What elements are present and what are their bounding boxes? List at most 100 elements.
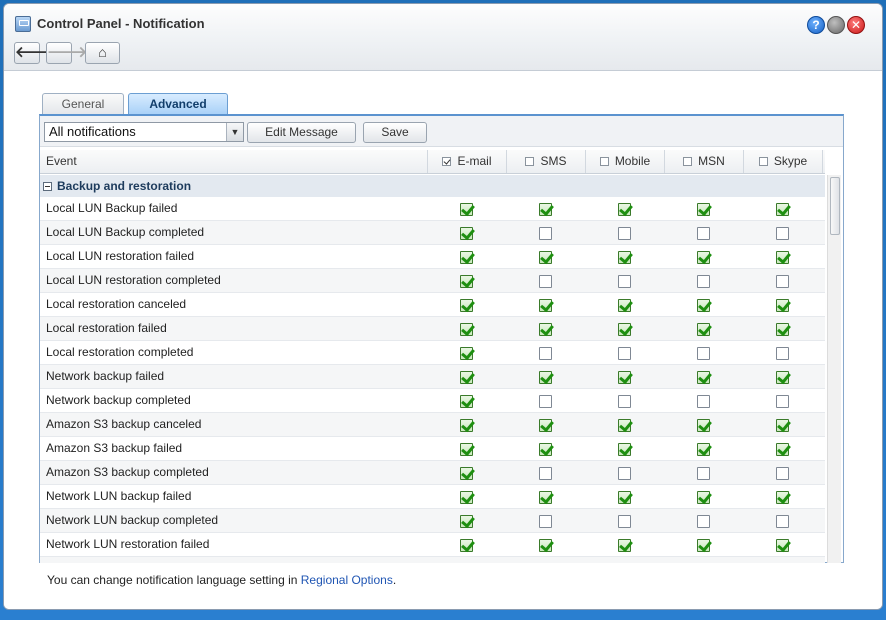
email-checkbox[interactable]: [460, 539, 473, 552]
minimize-button[interactable]: [827, 16, 845, 34]
sms-checkbox[interactable]: [539, 203, 552, 216]
column-header-email[interactable]: E-mail: [428, 150, 507, 173]
sms-checkbox[interactable]: [539, 299, 552, 312]
msn-checkbox[interactable]: [697, 395, 710, 408]
sms-checkbox[interactable]: [539, 491, 552, 504]
skype-checkbox[interactable]: [776, 299, 789, 312]
vertical-scrollbar[interactable]: [827, 175, 841, 563]
mobile-checkbox[interactable]: [618, 515, 631, 528]
column-checkbox[interactable]: [442, 157, 452, 166]
email-checkbox[interactable]: [460, 419, 473, 432]
msn-checkbox[interactable]: [697, 299, 710, 312]
regional-options-link[interactable]: Regional Options: [301, 573, 393, 587]
skype-checkbox[interactable]: [776, 395, 789, 408]
msn-checkbox[interactable]: [697, 419, 710, 432]
email-checkbox[interactable]: [460, 227, 473, 240]
sms-checkbox[interactable]: [539, 251, 552, 264]
mobile-checkbox[interactable]: [618, 323, 631, 336]
tab-advanced[interactable]: Advanced: [128, 93, 228, 115]
msn-checkbox[interactable]: [697, 275, 710, 288]
sms-checkbox[interactable]: [539, 515, 552, 528]
mobile-checkbox[interactable]: [618, 347, 631, 360]
skype-checkbox[interactable]: [776, 203, 789, 216]
group-row[interactable]: Backup and restoration: [40, 175, 825, 197]
skype-checkbox[interactable]: [776, 347, 789, 360]
column-header-skype[interactable]: Skype: [744, 150, 823, 173]
mobile-checkbox[interactable]: [618, 443, 631, 456]
back-button[interactable]: 🡐: [14, 42, 55, 64]
collapse-icon[interactable]: [43, 182, 52, 191]
column-header-msn[interactable]: MSN: [665, 150, 744, 173]
skype-checkbox[interactable]: [776, 467, 789, 480]
email-checkbox[interactable]: [460, 275, 473, 288]
column-checkbox[interactable]: [525, 157, 535, 166]
skype-checkbox[interactable]: [776, 515, 789, 528]
email-checkbox[interactable]: [460, 323, 473, 336]
msn-checkbox[interactable]: [697, 251, 710, 264]
mobile-checkbox[interactable]: [618, 251, 631, 264]
mobile-checkbox[interactable]: [618, 299, 631, 312]
skype-checkbox[interactable]: [776, 419, 789, 432]
mobile-checkbox[interactable]: [618, 539, 631, 552]
msn-checkbox[interactable]: [697, 347, 710, 360]
mobile-checkbox[interactable]: [618, 275, 631, 288]
mobile-checkbox[interactable]: [618, 395, 631, 408]
skype-checkbox[interactable]: [776, 227, 789, 240]
sms-checkbox[interactable]: [539, 371, 552, 384]
msn-checkbox[interactable]: [697, 227, 710, 240]
column-header-sms[interactable]: SMS: [507, 150, 586, 173]
home-button[interactable]: ⌂: [85, 42, 120, 64]
skype-checkbox[interactable]: [776, 539, 789, 552]
skype-checkbox[interactable]: [776, 275, 789, 288]
skype-checkbox[interactable]: [776, 371, 789, 384]
sms-checkbox[interactable]: [539, 227, 552, 240]
email-checkbox[interactable]: [460, 347, 473, 360]
skype-checkbox[interactable]: [776, 491, 789, 504]
tab-general[interactable]: General: [42, 93, 124, 115]
save-button[interactable]: Save: [363, 122, 427, 143]
sms-checkbox[interactable]: [539, 275, 552, 288]
mobile-checkbox[interactable]: [618, 419, 631, 432]
edit-message-button[interactable]: Edit Message: [247, 122, 356, 143]
column-header-mobile[interactable]: Mobile: [586, 150, 665, 173]
msn-checkbox[interactable]: [697, 491, 710, 504]
sms-checkbox[interactable]: [539, 539, 552, 552]
help-button[interactable]: ?: [807, 16, 825, 34]
notification-filter-select[interactable]: All notifications: [44, 122, 244, 142]
email-checkbox[interactable]: [460, 467, 473, 480]
sms-checkbox[interactable]: [539, 347, 552, 360]
mobile-checkbox[interactable]: [618, 203, 631, 216]
msn-checkbox[interactable]: [697, 515, 710, 528]
column-checkbox[interactable]: [758, 157, 768, 166]
email-checkbox[interactable]: [460, 299, 473, 312]
column-checkbox[interactable]: [599, 157, 609, 166]
skype-checkbox[interactable]: [776, 251, 789, 264]
email-checkbox[interactable]: [460, 515, 473, 528]
msn-checkbox[interactable]: [697, 443, 710, 456]
chevron-down-icon[interactable]: ▼: [226, 123, 243, 141]
close-button[interactable]: ✕: [847, 16, 865, 34]
mobile-checkbox[interactable]: [618, 491, 631, 504]
sms-checkbox[interactable]: [539, 443, 552, 456]
email-checkbox[interactable]: [460, 443, 473, 456]
sms-checkbox[interactable]: [539, 467, 552, 480]
sms-checkbox[interactable]: [539, 323, 552, 336]
email-checkbox[interactable]: [460, 491, 473, 504]
email-checkbox[interactable]: [460, 395, 473, 408]
email-checkbox[interactable]: [460, 251, 473, 264]
column-header-event[interactable]: Event: [40, 150, 428, 173]
msn-checkbox[interactable]: [697, 467, 710, 480]
skype-checkbox[interactable]: [776, 323, 789, 336]
mobile-checkbox[interactable]: [618, 467, 631, 480]
email-checkbox[interactable]: [460, 203, 473, 216]
msn-checkbox[interactable]: [697, 371, 710, 384]
sms-checkbox[interactable]: [539, 395, 552, 408]
email-checkbox[interactable]: [460, 371, 473, 384]
skype-checkbox[interactable]: [776, 443, 789, 456]
msn-checkbox[interactable]: [697, 539, 710, 552]
mobile-checkbox[interactable]: [618, 227, 631, 240]
msn-checkbox[interactable]: [697, 323, 710, 336]
msn-checkbox[interactable]: [697, 203, 710, 216]
sms-checkbox[interactable]: [539, 419, 552, 432]
column-checkbox[interactable]: [683, 157, 693, 166]
